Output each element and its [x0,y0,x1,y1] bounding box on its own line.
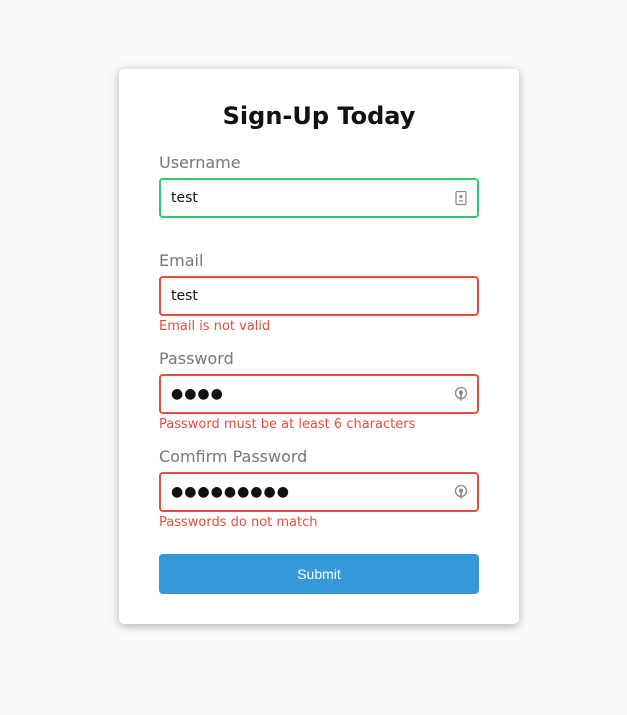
contact-card-icon[interactable] [453,190,469,206]
email-label: Email [159,251,204,270]
email-field: Email test Email is not valid [159,250,479,336]
password-input-wrap: ●●●● [159,374,479,414]
confirm-password-label: Comfirm Password [159,447,308,466]
password-input[interactable]: ●●●● [161,376,477,412]
submit-button[interactable]: Submit [159,554,479,594]
password-error: Password must be at least 6 characters [159,417,416,432]
password-field: Password ●●●● Password must be at least … [159,348,479,434]
username-label: Username [159,153,241,172]
password-key-icon[interactable] [453,484,469,500]
username-input-wrap: test [159,178,479,218]
password-key-icon[interactable] [453,386,469,402]
confirm-password-input[interactable]: ●●●●●●●●● [161,474,477,510]
password-label: Password [159,349,234,368]
confirm-password-error: Passwords do not match [159,515,318,530]
form-title: Sign-Up Today [222,102,416,130]
username-input[interactable]: test [161,180,477,216]
email-input[interactable]: test [161,278,477,314]
signup-card: Sign-Up Today Username test Email test E… [119,69,519,624]
username-field: Username test [159,152,479,218]
email-input-wrap: test [159,276,479,316]
email-error: Email is not valid [159,319,271,334]
confirm-password-input-wrap: ●●●●●●●●● [159,472,479,512]
confirm-password-field: Comfirm Password ●●●●●●●●● Passwords do … [159,446,479,532]
